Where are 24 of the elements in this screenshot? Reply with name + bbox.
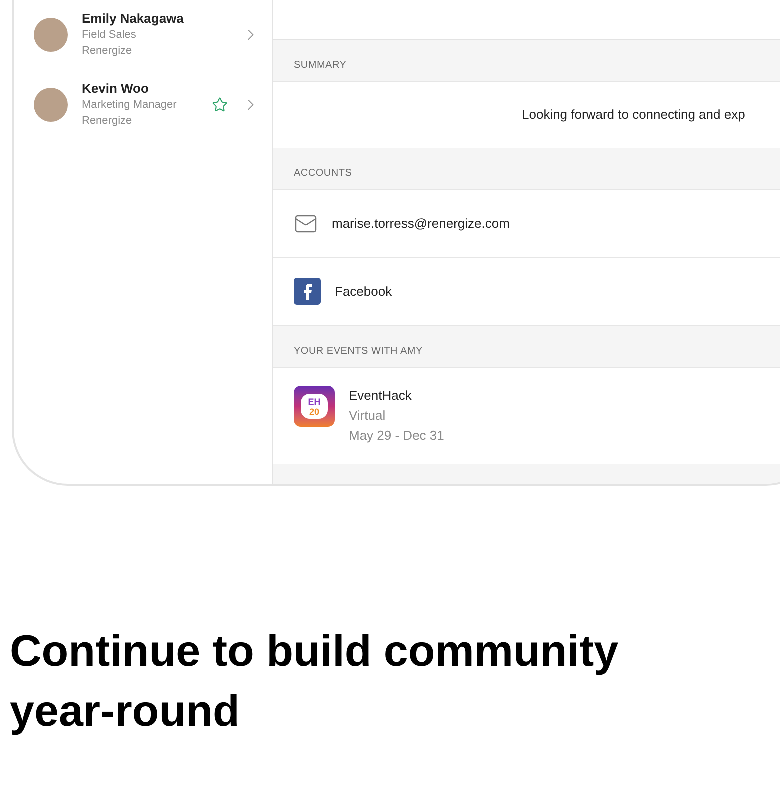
facebook-icon xyxy=(294,278,321,305)
avatar xyxy=(34,18,68,52)
contact-name: Emily Nakagawa xyxy=(82,11,185,27)
avatar xyxy=(34,88,68,122)
account-label: marise.torress@renergize.com xyxy=(332,214,510,233)
account-label: Facebook xyxy=(335,282,392,301)
logo-text: EH xyxy=(308,396,321,406)
contact-item[interactable]: Emily Nakagawa Field Sales Renergize xyxy=(14,0,272,70)
event-dates: May 29 - Dec 31 xyxy=(349,427,444,445)
event-name: EventHack xyxy=(349,387,413,405)
contact-company: Renergize xyxy=(82,44,134,59)
contact-item[interactable]: Kevin Woo Marketing Manager Renergize xyxy=(14,70,272,140)
logo-text: 20 xyxy=(309,406,320,416)
star-icon[interactable] xyxy=(212,97,228,113)
section-title: ACCOUNTS xyxy=(294,167,352,181)
event-location: Virtual xyxy=(349,407,387,425)
section-title: YOUR EVENTS WITH AMY xyxy=(294,345,423,359)
section-title: SUMMARY xyxy=(294,59,347,73)
page-heading: Continue to build community year-round xyxy=(10,626,620,738)
summary-text: Looking forward to connecting and exp xyxy=(522,106,746,124)
contact-title: Field Sales xyxy=(82,28,138,43)
contact-company: Renergize xyxy=(82,114,134,129)
contact-name: Kevin Woo xyxy=(82,81,150,97)
contact-title: Marketing Manager xyxy=(82,98,178,113)
